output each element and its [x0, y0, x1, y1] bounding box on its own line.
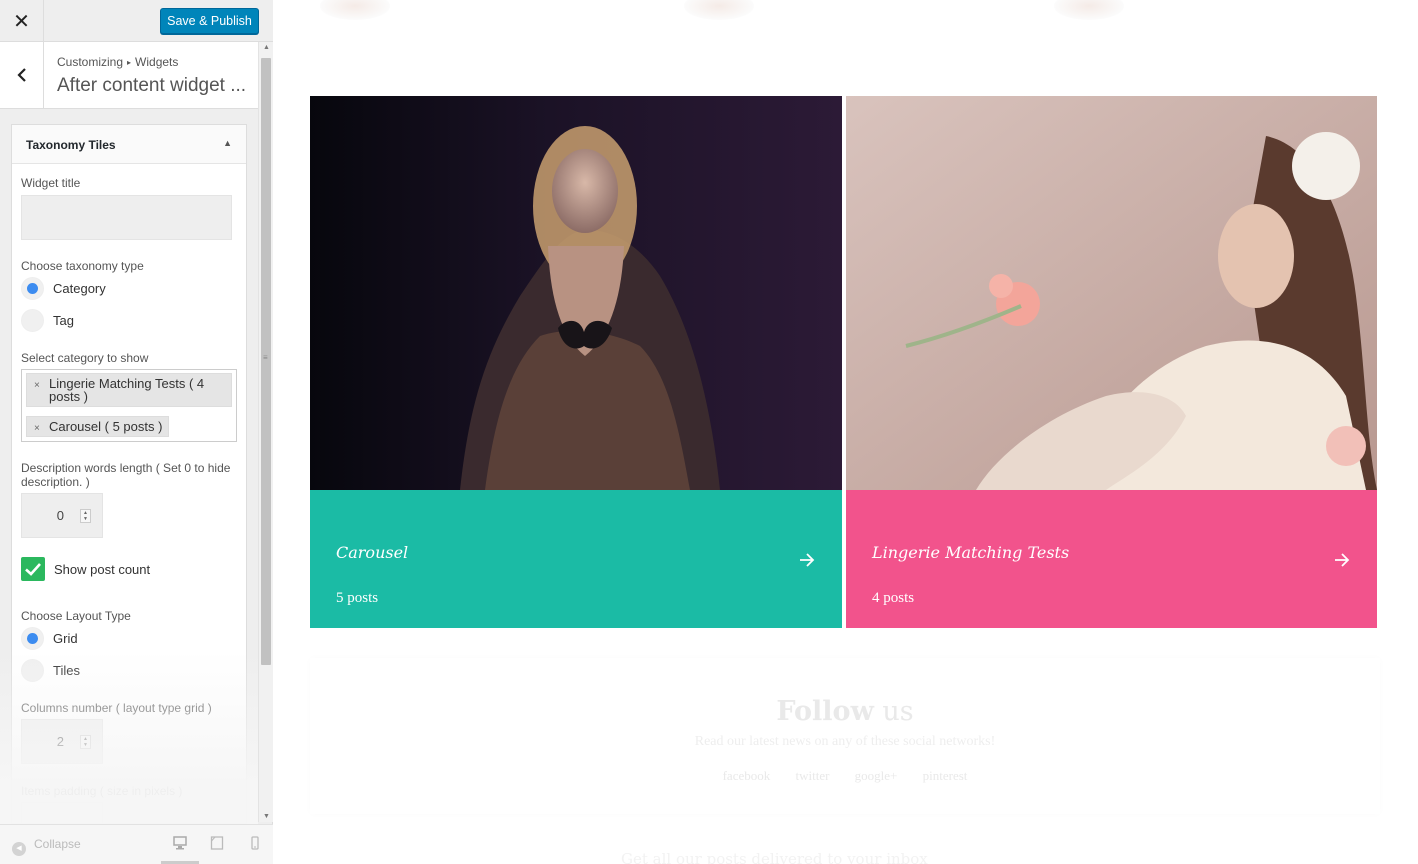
customizer-header-bar: ✕ Save & Publish: [0, 0, 273, 42]
breadcrumb-separator-icon: ▸: [127, 58, 132, 67]
chip-label-line: posts ): [49, 389, 89, 404]
scroll-grip-icon: ≡: [263, 353, 268, 362]
back-button[interactable]: [0, 42, 44, 108]
collapse-label: Collapse: [34, 837, 81, 851]
description-length-value: 0: [56, 508, 64, 523]
desktop-preview-icon[interactable]: [173, 836, 187, 850]
arrow-right-icon: [800, 553, 815, 567]
radio-category[interactable]: [21, 277, 44, 300]
top-thumbnail-image: [1054, 0, 1124, 20]
breadcrumb: Customizing ▸ Widgets: [57, 55, 178, 69]
taxonomy-tile-lingerie-matching-tests[interactable]: Lingerie Matching Tests 4 posts: [846, 96, 1377, 628]
save-publish-button[interactable]: Save & Publish: [160, 8, 259, 34]
collapse-arrow-icon[interactable]: ▲: [223, 138, 232, 148]
radio-grid-label: Grid: [53, 631, 78, 646]
checkmark-icon: [25, 563, 41, 576]
show-post-count-checkbox[interactable]: [21, 557, 45, 581]
customizer-sidebar: ✕ Save & Publish Customizing ▸ Widgets Aft…: [0, 0, 273, 864]
radio-tiles[interactable]: [21, 659, 44, 682]
taxonomy-type-label: Choose taxonomy type: [21, 259, 144, 273]
remove-chip-icon[interactable]: ×: [34, 379, 40, 392]
columns-number-input[interactable]: 2 ▲ ▼: [21, 719, 103, 764]
remove-chip-icon[interactable]: ×: [34, 422, 40, 435]
category-chip-lingerie: × Lingerie Matching Tests ( 4 posts ): [26, 373, 232, 407]
customizer-footer: ◀ Collapse: [0, 824, 273, 864]
social-link-pinterest[interactable]: pinterest: [923, 768, 968, 783]
chip-label: Carousel ( 5 posts ): [49, 419, 163, 434]
taxonomy-tiles-widget: Taxonomy Tiles ▲ Widget title Choose tax…: [11, 124, 247, 824]
description-length-label-line: description. ): [21, 475, 90, 489]
social-link-google-plus[interactable]: google+: [855, 768, 898, 783]
panel-title: After content widget ...: [57, 75, 247, 96]
tile-photo-dark-model: [310, 96, 842, 490]
mobile-preview-icon[interactable]: [248, 836, 262, 850]
widget-title-label: Widget title: [21, 176, 81, 190]
tile-photo-light-model: [846, 96, 1377, 490]
widget-title-input[interactable]: [21, 195, 232, 240]
close-customizer-button[interactable]: ✕: [0, 0, 44, 42]
section-header: Customizing ▸ Widgets After content widget…: [0, 42, 258, 109]
columns-number-label: Columns number ( layout type grid ): [21, 701, 212, 715]
collapse-arrow-icon: ◀: [12, 842, 26, 856]
layout-type-label: Choose Layout Type: [21, 609, 131, 623]
category-chip-carousel: × Carousel ( 5 posts ): [26, 416, 170, 437]
site-preview: Carousel 5 posts Lingerie Matching Tests…: [274, 0, 1418, 864]
social-link-facebook[interactable]: facebook: [723, 768, 771, 783]
radio-tiles-label: Tiles: [53, 663, 80, 678]
description-length-input[interactable]: 0 ▲ ▼: [21, 493, 103, 538]
arrow-right-icon: [1335, 553, 1350, 567]
tile-post-count: 5 posts: [336, 590, 379, 606]
chevron-left-icon: [16, 68, 26, 82]
items-padding-label: Items padding ( size in pixels ): [21, 784, 183, 798]
tablet-preview-icon[interactable]: [210, 836, 224, 850]
follow-us-subtitle: Read our latest news on any of these soc…: [694, 734, 996, 749]
taxonomy-tile-carousel[interactable]: Carousel 5 posts: [310, 96, 842, 628]
tile-post-count: 4 posts: [872, 590, 915, 606]
radio-tag-label: Tag: [53, 313, 74, 328]
radio-grid[interactable]: [21, 627, 44, 650]
spinner-icon[interactable]: ▲ ▼: [80, 509, 91, 523]
description-length-label-line: Description words length ( Set 0 to hide: [21, 461, 231, 475]
top-thumbnail-image: [684, 0, 754, 20]
widget-header[interactable]: Taxonomy Tiles ▲: [12, 125, 246, 164]
category-multiselect[interactable]: × Lingerie Matching Tests ( 4 posts ) × …: [21, 369, 237, 442]
sidebar-scrollbar[interactable]: ▲ ≡ ▼: [258, 42, 273, 822]
follow-us-heading: Follow us: [310, 696, 1380, 727]
breadcrumb-widgets: Widgets: [135, 55, 179, 69]
breadcrumb-customizing: Customizing: [57, 55, 124, 69]
radio-tag[interactable]: [21, 309, 44, 332]
category-select-label: Select category to show: [21, 351, 149, 365]
tile-title: Lingerie Matching Tests: [872, 543, 1070, 562]
description-length-label: Description words length ( Set 0 to hide…: [21, 461, 230, 489]
follow-us-section: Follow us Read our latest news on any of…: [310, 658, 1380, 814]
tile-title: Carousel: [336, 543, 409, 562]
top-thumbnail-image: [320, 0, 390, 20]
follow-heading-rest: us: [873, 696, 914, 727]
show-post-count-label: Show post count: [54, 562, 151, 577]
spinner-icon[interactable]: ▲ ▼: [80, 735, 91, 749]
social-links: facebook twitter google+ pinterest: [310, 768, 1380, 784]
scroll-up-arrow-icon[interactable]: ▲: [259, 44, 274, 51]
follow-heading-bold: Follow: [776, 696, 874, 727]
radio-category-label: Category: [53, 281, 106, 296]
scroll-down-arrow-icon[interactable]: ▼: [259, 813, 274, 820]
close-icon: ✕: [13, 10, 30, 33]
items-padding-input[interactable]: [21, 802, 103, 823]
newsletter-heading-faded: Get all our posts delivered to your inbo…: [621, 850, 928, 864]
collapse-button[interactable]: ◀ Collapse: [12, 837, 81, 856]
scroll-thumb[interactable]: ≡: [261, 58, 271, 665]
widget-name: Taxonomy Tiles: [26, 138, 116, 152]
columns-number-value: 2: [56, 734, 64, 749]
social-link-twitter[interactable]: twitter: [795, 768, 829, 783]
